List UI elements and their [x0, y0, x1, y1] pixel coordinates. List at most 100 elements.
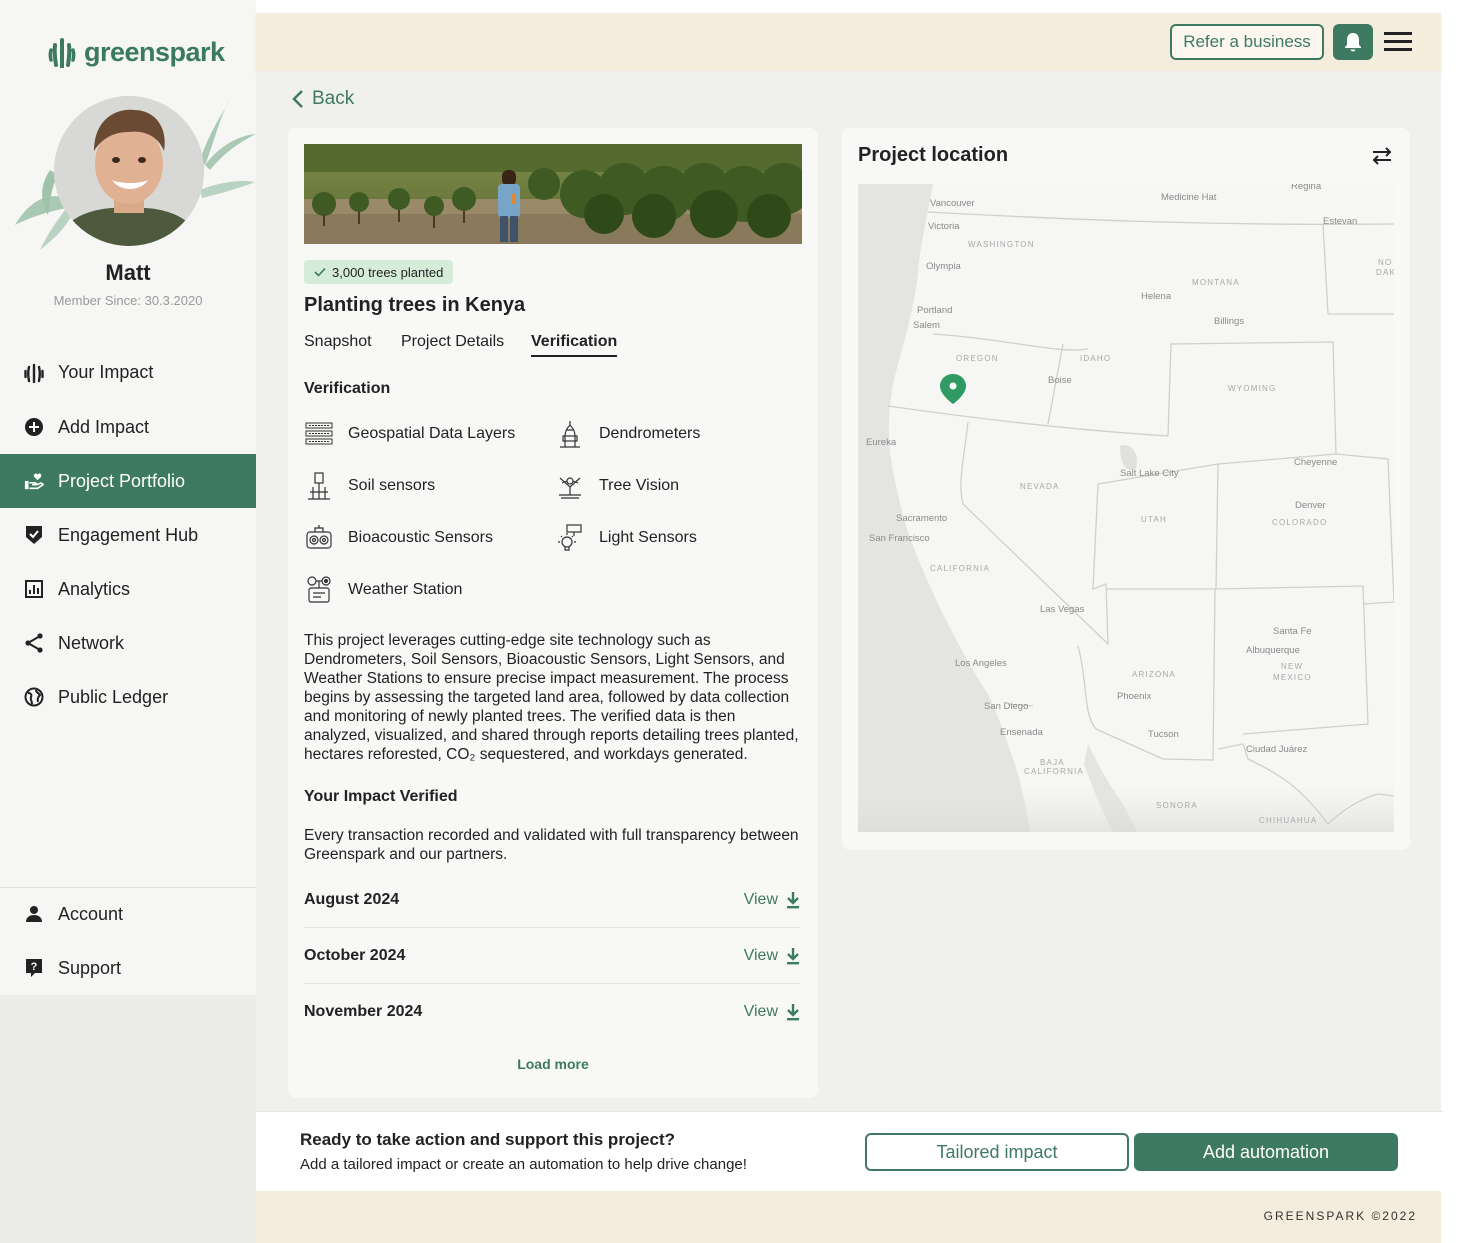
map-state-label: WASHINGTON [968, 240, 1035, 249]
map-city-label: Sacramento [896, 513, 947, 524]
view-report-button[interactable]: View [744, 947, 800, 965]
sidebar-item-network[interactable]: Network [0, 616, 256, 670]
verification-item-label: Geospatial Data Layers [348, 425, 516, 442]
globe-icon [24, 687, 44, 707]
weather-station-icon [304, 575, 334, 605]
tab-project-details[interactable]: Project Details [401, 333, 504, 355]
badge-text: 3,000 trees planted [332, 264, 444, 280]
map-state-label: OREGON [956, 354, 999, 363]
download-icon [787, 891, 799, 908]
light-sensor-icon [555, 523, 585, 553]
verification-item-label: Light Sensors [599, 529, 697, 546]
sidebar-item-public-ledger[interactable]: Public Ledger [0, 670, 256, 724]
tab-snapshot[interactable]: Snapshot [304, 333, 372, 355]
view-report-button[interactable]: View [744, 1003, 800, 1021]
map-city-label: Ensenada [1000, 727, 1044, 738]
add-automation-button[interactable]: Add automation [1134, 1133, 1398, 1171]
map-city-label: Phoenix [1117, 691, 1152, 702]
sidebar-item-support[interactable]: ? Support [0, 941, 256, 995]
project-hero-image [304, 144, 802, 244]
sidebar-item-label: Account [58, 903, 124, 924]
avatar [54, 96, 204, 246]
swap-arrows-icon[interactable] [1370, 146, 1394, 166]
project-title: Planting trees in Kenya [304, 294, 526, 316]
view-label: View [743, 946, 778, 964]
project-location-card: Project location Vancouver Victoria Olym… [842, 128, 1410, 850]
verification-item-label: Dendrometers [599, 425, 701, 442]
map-city-label: Eureka [866, 437, 897, 448]
footer-copyright: GREENSPARK ©2022 [1263, 1209, 1417, 1223]
verification-item-label: Bioacoustic Sensors [348, 529, 493, 546]
map-city-label: San Diego [984, 701, 1028, 712]
sidebar-item-analytics[interactable]: Analytics [0, 562, 256, 616]
map-state-label: CALIFORNIA [930, 564, 990, 573]
verification-item-tree-vision: Tree Vision [555, 471, 679, 501]
map-state-label: DAK [1376, 268, 1394, 277]
sidebar-item-account[interactable]: Account [0, 887, 256, 941]
map-state-label: CHIHUAHUA [1259, 816, 1317, 825]
map-city-label: Albuquerque [1246, 645, 1300, 656]
map-state-label: SONORA [1156, 801, 1198, 810]
hamburger-menu-button[interactable] [1384, 29, 1414, 55]
svg-text:?: ? [31, 961, 38, 973]
map-city-label: Vancouver [930, 198, 975, 209]
map-state-label: MEXICO [1273, 673, 1312, 682]
call-to-action-bar: Ready to take action and support this pr… [256, 1111, 1443, 1191]
map-state-label: WYOMING [1228, 384, 1276, 393]
download-icon [787, 947, 799, 964]
report-row: October 2024 View [304, 928, 800, 984]
notifications-button[interactable] [1333, 24, 1373, 60]
back-link[interactable]: Back [292, 88, 354, 110]
tab-verification[interactable]: Verification [531, 333, 618, 357]
refer-business-button[interactable]: Refer a business [1170, 24, 1324, 60]
map-city-label: Portland [917, 305, 952, 316]
map-city-label: Tucson [1148, 729, 1179, 740]
map-city-label: Regina [1291, 184, 1322, 192]
check-icon [314, 267, 326, 277]
sidebar-item-add-impact[interactable]: Add Impact [0, 400, 256, 454]
view-label: View [743, 890, 778, 908]
verification-item-label: Weather Station [348, 581, 463, 598]
map-city-label: San Francisco [869, 533, 930, 544]
map-city-label: Estevan [1323, 216, 1357, 227]
verification-item-bioacoustic: Bioacoustic Sensors [304, 523, 493, 553]
sidebar-item-label: Support [58, 957, 122, 978]
map-state-label: COLORADO [1272, 518, 1327, 527]
member-since: Member Since: 30.3.2020 [53, 293, 203, 308]
report-month: August 2024 [304, 890, 400, 908]
map-city-label: Las Vegas [1040, 604, 1085, 615]
map-city-label: Ciudad Juárez [1246, 744, 1308, 755]
map-state-label: CALIFORNIA [1024, 767, 1084, 776]
impact-verified-heading: Your Impact Verified [304, 788, 458, 805]
verification-item-weather-station: Weather Station [304, 575, 462, 605]
soil-sensor-icon [304, 471, 334, 501]
cta-title: Ready to take action and support this pr… [300, 1130, 675, 1149]
sidebar-item-project-portfolio[interactable]: Project Portfolio [0, 454, 256, 508]
chevron-left-icon [292, 90, 303, 108]
sidebar-item-label: Engagement Hub [58, 524, 199, 545]
share-icon [24, 633, 44, 653]
load-more-button[interactable]: Load more [288, 1056, 818, 1072]
map-state-label: ARIZONA [1132, 670, 1176, 679]
sidebar-item-your-impact[interactable]: Your Impact [0, 345, 256, 399]
map-state-label: MONTANA [1192, 278, 1240, 287]
sidebar: greenspark Matt Member Since: 30.3.2020 … [0, 0, 256, 995]
view-report-button[interactable]: View [744, 891, 800, 909]
sidebar-item-label: Network [58, 632, 125, 653]
map-city-label: Salem [913, 320, 940, 331]
verification-item-label: Soil sensors [348, 477, 436, 494]
sidebar-footer-area [0, 995, 256, 1243]
tailored-impact-button[interactable]: Tailored impact [865, 1133, 1129, 1171]
bell-icon [1345, 33, 1361, 52]
map-state-label: UTAH [1141, 515, 1167, 524]
bioacoustic-icon [304, 523, 334, 553]
map-city-label: Los Angeles [955, 658, 1007, 669]
bar-chart-icon [24, 579, 44, 599]
sidebar-item-engagement-hub[interactable]: Engagement Hub [0, 508, 256, 562]
project-map[interactable]: Vancouver Victoria Olympia Portland Sale… [858, 184, 1394, 832]
logo[interactable]: greenspark [48, 36, 225, 68]
hand-heart-icon [24, 471, 44, 491]
map-state-label: NEVADA [1020, 482, 1060, 491]
user-icon [24, 904, 44, 924]
report-month: October 2024 [304, 946, 406, 964]
